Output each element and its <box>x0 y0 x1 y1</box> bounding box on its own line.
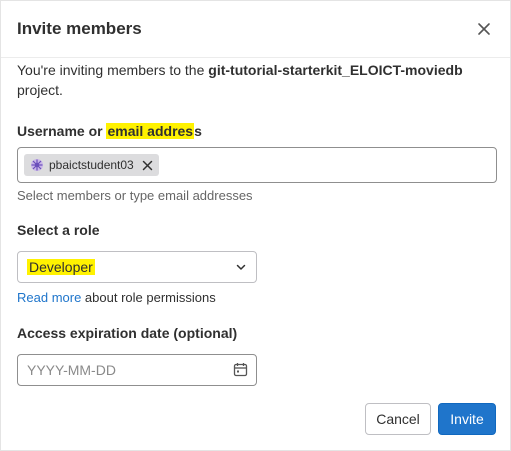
avatar-icon <box>30 158 44 172</box>
expiration-date-field[interactable] <box>17 354 257 386</box>
modal-title: Invite members <box>17 19 142 38</box>
role-select[interactable]: Developer <box>17 251 257 283</box>
username-help-text: Select members or type email addresses <box>17 188 253 203</box>
username-label-prefix: Username or <box>17 123 107 139</box>
role-label: Select a role <box>17 222 100 238</box>
expiration-date-input[interactable] <box>27 361 217 379</box>
invite-intro-text: You're inviting members to the git-tutor… <box>17 60 497 100</box>
modal-header: Invite members <box>1 1 510 58</box>
username-label-suffix: s <box>194 123 202 139</box>
role-help-suffix: about role permissions <box>81 290 216 305</box>
invite-members-modal: Invite members You're inviting members t… <box>0 0 511 451</box>
member-token: pbaictstudent03 <box>24 154 159 176</box>
role-help-text: Read more about role permissions <box>17 290 216 305</box>
chevron-down-icon <box>235 261 247 273</box>
calendar-icon[interactable] <box>233 362 248 377</box>
remove-token-button[interactable] <box>142 160 153 171</box>
project-name: git-tutorial-starterkit_ELOICT-moviedb <box>208 62 463 78</box>
remove-icon <box>142 160 152 170</box>
intro-prefix: You're inviting members to the <box>17 62 209 78</box>
close-icon <box>478 23 490 35</box>
member-token-label: pbaictstudent03 <box>49 158 134 172</box>
invite-button[interactable]: Invite <box>438 403 496 435</box>
expiration-label: Access expiration date (optional) <box>17 325 238 341</box>
read-more-link[interactable]: Read more <box>17 290 81 305</box>
username-label: Username or email address <box>17 123 202 139</box>
close-button[interactable] <box>472 17 496 41</box>
members-token-input[interactable]: pbaictstudent03 <box>17 147 497 183</box>
intro-suffix: project. <box>17 82 63 98</box>
role-selected-value: Developer <box>27 259 95 275</box>
username-label-highlight: email addres <box>106 123 195 139</box>
cancel-button[interactable]: Cancel <box>365 403 431 435</box>
